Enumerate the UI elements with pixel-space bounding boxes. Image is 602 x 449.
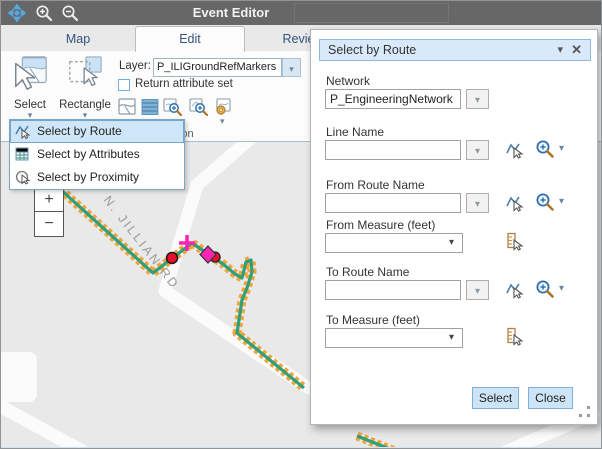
- panel-header[interactable]: Select by Route ▾ ✕: [319, 39, 591, 61]
- from-route-search-caret-icon[interactable]: ▾: [559, 196, 564, 207]
- selection-options-icon[interactable]: [213, 97, 234, 117]
- from-route-search-icon[interactable]: [535, 192, 555, 212]
- menu-item-label: Select by Attributes: [37, 147, 140, 161]
- line-pick-on-map-icon[interactable]: [505, 140, 524, 159]
- from-route-label: From Route Name: [326, 178, 425, 192]
- attribute-table-icon[interactable]: [140, 97, 161, 117]
- menu-item-label: Select by Route: [37, 124, 122, 138]
- zoom-to-selection-icon[interactable]: [162, 97, 183, 117]
- network-label: Network: [326, 74, 370, 88]
- to-route-input[interactable]: [325, 280, 461, 300]
- zoom-in-icon[interactable]: [35, 4, 53, 22]
- menu-item-label: Select by Proximity: [37, 170, 139, 184]
- from-route-pick-on-map-icon[interactable]: [505, 193, 524, 212]
- to-measure-input[interactable]: [325, 328, 463, 348]
- road-bottom-left: [1, 400, 99, 449]
- rectangle-caret-icon[interactable]: ▾: [59, 111, 111, 119]
- line-name-caret-button[interactable]: ▾: [466, 140, 489, 160]
- from-measure-input[interactable]: [325, 233, 463, 253]
- panel-menu-caret-icon[interactable]: ▾: [557, 43, 563, 56]
- rectangle-tool-button[interactable]: Rectangle ▾: [59, 55, 111, 119]
- to-route-pick-on-map-icon[interactable]: [505, 280, 524, 299]
- menu-item-select-by-attributes[interactable]: Select by Attributes: [10, 143, 184, 166]
- layer-combobox[interactable]: P_ILIGroundRefMarkers: [153, 58, 282, 77]
- select-by-route-icon: [15, 123, 31, 139]
- select-button[interactable]: Select: [472, 387, 519, 409]
- event-editor-window: N. JILLIAN RD + −: [0, 0, 602, 449]
- caret-down-icon: ▾: [475, 286, 480, 297]
- from-route-caret-button[interactable]: ▾: [466, 193, 489, 213]
- street-label: N. JILLIAN RD: [101, 193, 183, 292]
- caret-down-icon: ▾: [475, 146, 480, 157]
- titlebar-dock-outline: [294, 3, 449, 23]
- caret-down-icon: ▾: [475, 95, 480, 106]
- from-measure-pick-icon[interactable]: [505, 232, 524, 251]
- from-measure-label: From Measure (feet): [326, 218, 435, 232]
- pan-tool-icon[interactable]: [8, 4, 26, 22]
- line-name-input[interactable]: [325, 140, 461, 160]
- select-by-attributes-icon: [15, 146, 31, 162]
- select-tool-button[interactable]: Select ▾: [7, 55, 53, 119]
- caret-down-icon: ▾: [289, 64, 294, 74]
- selection-options-caret-icon[interactable]: ▾: [220, 117, 225, 125]
- select-tool-icon: [11, 55, 49, 93]
- tab-map[interactable]: Map: [23, 27, 133, 51]
- return-attribute-checkbox[interactable]: [118, 79, 130, 91]
- caret-down-icon: ▾: [475, 199, 480, 210]
- map-zoom-out-button[interactable]: −: [35, 212, 63, 236]
- to-route-label: To Route Name: [326, 265, 409, 279]
- select-caret-icon[interactable]: ▾: [7, 111, 53, 119]
- to-route-caret-button[interactable]: ▾: [466, 280, 489, 300]
- panel-resize-grip[interactable]: [579, 406, 593, 420]
- red-point-marker[interactable]: [167, 253, 178, 264]
- menu-item-select-by-proximity[interactable]: Select by Proximity: [10, 166, 184, 189]
- line-name-label: Line Name: [326, 125, 384, 139]
- polygon-select-icon[interactable]: [117, 97, 138, 117]
- from-route-input[interactable]: [325, 193, 461, 213]
- close-button[interactable]: Close: [528, 387, 573, 409]
- select-by-proximity-icon: [15, 169, 31, 185]
- menu-item-select-by-route[interactable]: Select by Route: [10, 120, 184, 143]
- select-dropdown-menu: Select by Route Select by Attributes Sel…: [9, 119, 185, 190]
- layer-combobox-caret[interactable]: ▾: [282, 58, 301, 77]
- select-by-route-panel: Select by Route ▾ ✕ Network P_Engineerin…: [310, 29, 598, 425]
- map-zoom-in-button[interactable]: +: [35, 188, 63, 212]
- rectangle-tool-icon: [66, 55, 104, 93]
- title-bar: Event Editor: [1, 1, 602, 25]
- layer-label: Layer:: [119, 60, 151, 72]
- return-attribute-label: Return attribute set: [135, 78, 233, 90]
- to-route-search-caret-icon[interactable]: ▾: [559, 283, 564, 294]
- network-combobox[interactable]: P_EngineeringNetwork: [325, 89, 461, 109]
- zoom-out-icon[interactable]: [61, 4, 79, 22]
- to-route-search-icon[interactable]: [535, 279, 555, 299]
- map-zoom-control: + −: [34, 187, 64, 237]
- app-title: Event Editor: [151, 5, 311, 20]
- line-search-caret-icon[interactable]: ▾: [559, 143, 564, 154]
- panel-close-icon[interactable]: ✕: [571, 42, 582, 58]
- to-measure-label: To Measure (feet): [326, 313, 420, 327]
- panel-title: Select by Route: [328, 43, 416, 57]
- line-search-icon[interactable]: [535, 139, 555, 159]
- to-measure-pick-icon[interactable]: [505, 327, 524, 346]
- tab-edit[interactable]: Edit: [135, 26, 245, 52]
- zoom-to-route-icon[interactable]: [188, 97, 209, 117]
- network-caret-button[interactable]: ▾: [466, 89, 489, 109]
- map-parcel: [1, 352, 37, 402]
